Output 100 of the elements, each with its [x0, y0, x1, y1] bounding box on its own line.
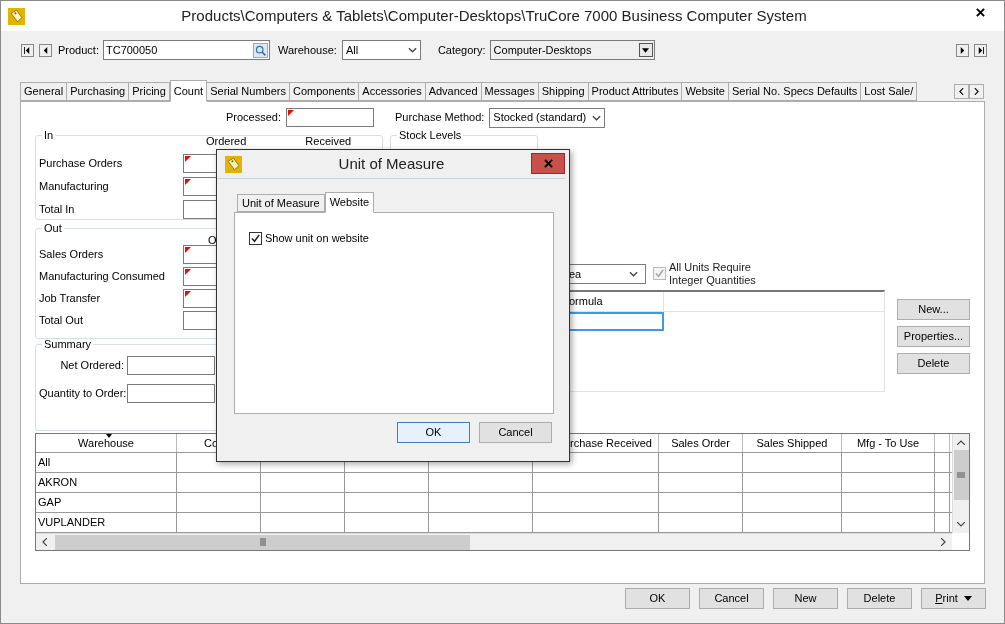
row-label: Manufacturing [39, 179, 110, 195]
column-header: Ordered [206, 135, 247, 148]
warehouse-dropdown[interactable]: All [341, 40, 421, 60]
vertical-scrollbar[interactable] [952, 434, 969, 533]
scroll-right-button[interactable] [969, 84, 984, 99]
column-header: Mfg - To Use [842, 434, 935, 452]
chevron-down-icon [957, 522, 965, 527]
scroll-thumb[interactable] [953, 450, 969, 500]
tab[interactable]: Website [681, 82, 729, 101]
checkbox-label: All Units Require Integer Quantities [669, 261, 756, 287]
processed-field[interactable] [286, 108, 375, 127]
last-record-button[interactable] [974, 43, 987, 57]
table-cell-text: VUPLANDER [37, 516, 106, 528]
triangle-left-icon [42, 46, 49, 54]
table-cell-text: GAP [37, 496, 62, 508]
column-header: O [208, 233, 217, 243]
row-label: Total In [39, 202, 76, 218]
column-header: Sales Order [659, 434, 743, 452]
previous-record-button[interactable] [39, 43, 52, 57]
tab[interactable]: Unit of Measure [237, 194, 325, 212]
group-title: Stock Levels [398, 128, 463, 142]
flag-marker-icon [185, 179, 191, 185]
tab[interactable]: Lost Sale/ [860, 82, 918, 101]
field-label: Purchase Method: [395, 110, 485, 126]
product-field[interactable]: TC700050 [102, 40, 270, 60]
grip-icon [259, 538, 266, 546]
button[interactable]: Properties... [897, 326, 970, 347]
text-field[interactable] [127, 355, 215, 375]
tab[interactable]: Website [324, 192, 375, 213]
tab[interactable]: Messages [480, 82, 539, 101]
tab[interactable]: Shipping [537, 82, 589, 101]
field-label: Warehouse: [277, 42, 337, 58]
triangle-down-icon [642, 47, 650, 53]
button[interactable]: Print [921, 588, 986, 609]
flag-marker-icon [185, 290, 191, 297]
field-label: Net Ordered: [59, 357, 125, 373]
close-icon [975, 7, 985, 17]
tab[interactable]: Count [169, 80, 208, 102]
button[interactable]: Delete [847, 588, 912, 609]
sort-icon [106, 434, 112, 438]
tab[interactable]: Purchasing [66, 82, 130, 101]
column-header: Warehouse [36, 434, 177, 452]
tab[interactable]: General [20, 82, 68, 101]
triangle-right-icon [977, 46, 984, 54]
group-title: Out [43, 221, 63, 235]
tab[interactable]: Advanced [424, 82, 482, 101]
check-icon [251, 233, 260, 243]
table-cell-text: All [37, 456, 51, 468]
checkbox-label: Show unit on website [265, 231, 369, 246]
button[interactable]: OK [625, 588, 690, 609]
button[interactable]: Cancel [479, 422, 552, 443]
checkbox[interactable] [249, 231, 262, 245]
tab[interactable]: Product Attributes [587, 82, 683, 101]
triangle-left-icon [24, 46, 31, 54]
tab[interactable]: Components [289, 82, 360, 101]
flag-marker-icon [185, 246, 191, 253]
row-label: Sales Orders [39, 246, 105, 262]
app-icon [225, 155, 242, 173]
column-header: Sales Shipped [743, 434, 842, 452]
next-record-button[interactable] [956, 43, 969, 57]
search-icon[interactable] [252, 42, 268, 58]
button[interactable]: New [773, 588, 838, 609]
flag-marker-icon [185, 156, 191, 162]
button[interactable]: New... [897, 299, 970, 320]
scroll-left-button[interactable] [954, 84, 969, 99]
field-label: Category: [437, 42, 486, 58]
tab[interactable]: Serial Numbers [206, 82, 290, 101]
button[interactable]: Delete [897, 353, 970, 374]
table-cell-text: AKRON [37, 476, 78, 488]
row-label: Manufacturing Consumed [39, 268, 166, 284]
grip-icon [957, 472, 965, 478]
first-record-button[interactable] [21, 43, 34, 57]
scroll-thumb[interactable] [55, 534, 470, 550]
chevron-down-icon [629, 271, 638, 277]
row-label: Purchase Orders [39, 156, 124, 172]
dropdown-arrow-icon [963, 596, 972, 601]
dialog-title: Unit of Measure [337, 153, 446, 174]
row-label: Total Out [39, 312, 85, 328]
horizontal-scrollbar[interactable] [36, 533, 952, 550]
purchase-method-dropdown[interactable]: Stocked (standard) [489, 107, 606, 128]
chevron-left-icon [42, 538, 47, 546]
tab[interactable]: Serial No. Specs Defaults [727, 82, 862, 101]
app-icon [8, 7, 25, 25]
text-field[interactable] [127, 383, 215, 403]
tab[interactable]: Accessories [358, 82, 426, 101]
close-icon [543, 159, 553, 168]
button[interactable]: Cancel [699, 588, 764, 609]
triangle-right-icon [959, 46, 966, 54]
button[interactable]: OK [397, 422, 470, 443]
tab[interactable]: Pricing [128, 82, 170, 101]
check-icon [655, 268, 664, 278]
flag-marker-icon [288, 110, 295, 116]
chevron-left-icon [959, 88, 964, 95]
flag-marker-icon [185, 268, 191, 275]
chevron-down-icon [592, 114, 602, 121]
group-title: In [43, 128, 55, 142]
window-title: Products\Computers & Tablets\Computer-Desktops\TruCore 7000 Business Computer System [180, 5, 808, 26]
column-header: Received [305, 135, 352, 148]
category-dropdown[interactable]: Computer-Desktops [489, 40, 655, 60]
chevron-right-icon [974, 88, 979, 95]
